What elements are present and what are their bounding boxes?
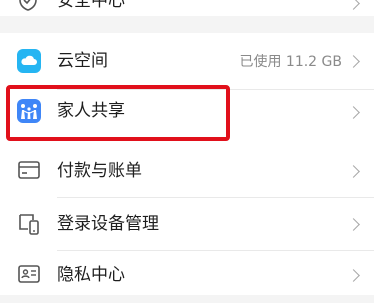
family-icon [17,99,41,127]
settings-group-top: 安全中心 [0,0,374,16]
family-sharing-row[interactable]: 家人共享 [0,90,374,146]
payment-card-icon [17,159,41,185]
privacy-card-icon [17,263,41,289]
chevron-right-icon [347,0,360,10]
settings-group-management: 付款与账单 登录设备管理 隐私中心 [0,145,374,295]
privacy-center-label: 隐私中心 [57,265,125,285]
security-center-label: 安全中心 [57,0,125,11]
payment-billing-label: 付款与账单 [57,161,142,181]
login-devices-label: 登录设备管理 [57,214,159,234]
chevron-right-icon [347,165,360,178]
security-center-row[interactable]: 安全中心 [0,0,374,16]
devices-icon [17,212,41,240]
cloud-space-usage: 已使用 11.2 GB [239,54,342,70]
family-sharing-label: 家人共享 [57,101,125,121]
cloud-icon [17,49,41,77]
cloud-space-label: 云空间 [57,51,108,71]
chevron-right-icon [347,269,360,282]
shield-check-icon [17,0,39,16]
cloud-space-row[interactable]: 云空间 已使用 11.2 GB [0,33,374,89]
settings-group-account: 云空间 已使用 11.2 GB 家人共享 [0,33,374,153]
privacy-center-row[interactable]: 隐私中心 [0,251,374,303]
chevron-right-icon [347,106,360,119]
payment-billing-row[interactable]: 付款与账单 [0,145,374,197]
chevron-right-icon [347,218,360,231]
login-devices-row[interactable]: 登录设备管理 [0,198,374,250]
chevron-right-icon [347,55,360,68]
